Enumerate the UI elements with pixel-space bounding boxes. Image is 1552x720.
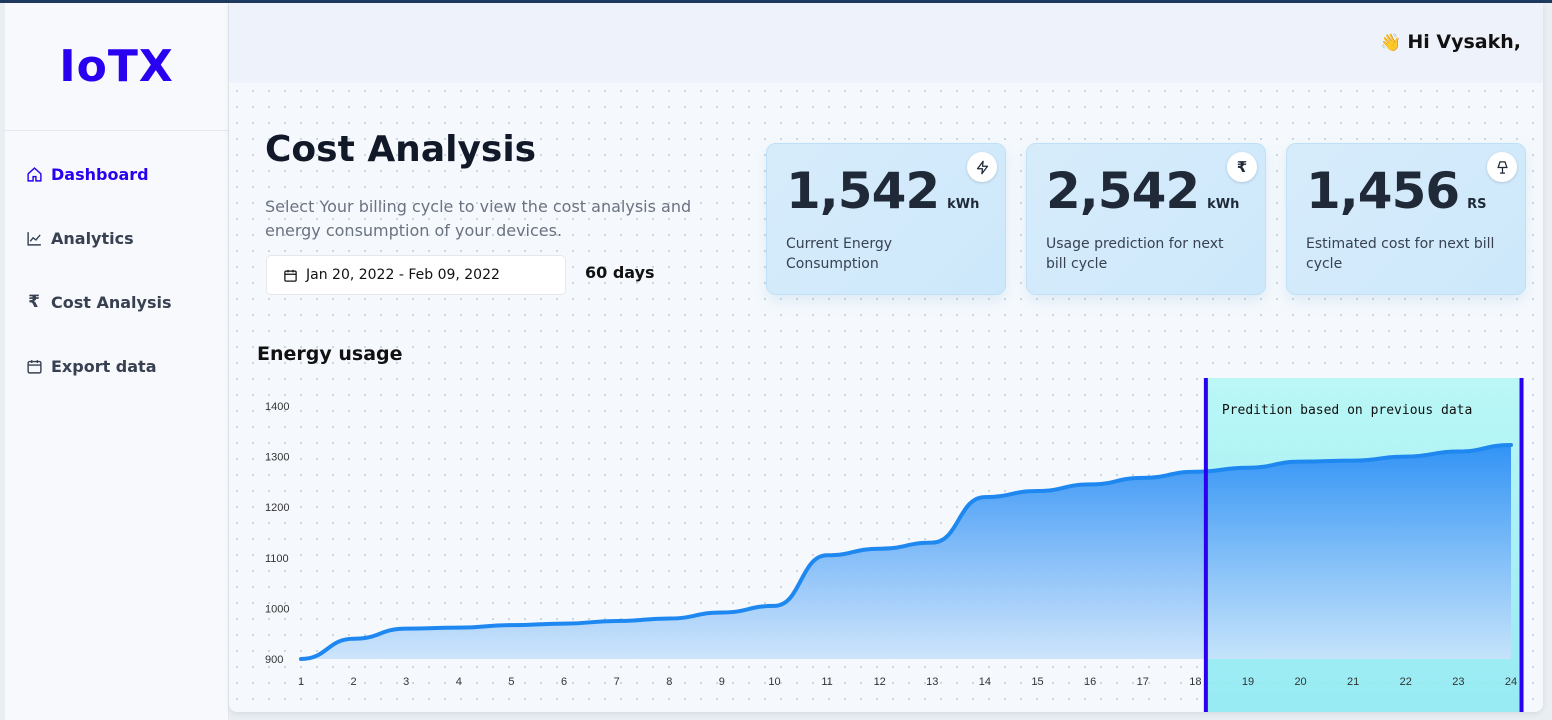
stat-value: 1,456 RS: [1306, 162, 1487, 220]
top-header: 👋 Hi Vysakh,: [229, 3, 1543, 83]
x-tick-label: 2: [351, 676, 357, 688]
sidebar-item-label: Dashboard: [51, 164, 149, 184]
x-tick-label: 13: [926, 676, 938, 688]
x-tick-label: 9: [719, 676, 725, 688]
y-tick-label: 1000: [265, 603, 289, 615]
app-logo[interactable]: IoTX: [5, 41, 228, 92]
x-tick-label: 22: [1400, 676, 1412, 688]
sidebar-item-label: Cost Analysis: [51, 292, 172, 312]
prediction-end-line: [1519, 378, 1524, 712]
x-tick-label: 7: [614, 676, 620, 688]
x-tick-label: 12: [874, 676, 886, 688]
prediction-label: Predition based on previous data: [1222, 403, 1472, 418]
billing-date-range-picker[interactable]: Jan 20, 2022 - Feb 09, 2022: [266, 255, 566, 295]
sidebar-item-export-data[interactable]: Export data: [25, 352, 157, 380]
stat-card-usage-prediction: 2,542 kWh Usage prediction for next bill …: [1026, 143, 1266, 295]
x-tick-label: 18: [1189, 676, 1201, 688]
y-tick-label: 1100: [265, 553, 289, 565]
x-tick-label: 16: [1084, 676, 1096, 688]
x-tick-label: 8: [666, 676, 672, 688]
x-tick-label: 17: [1137, 676, 1149, 688]
x-tick-label: 21: [1347, 676, 1359, 688]
calendar-icon: [25, 357, 43, 375]
lamp-icon: [1487, 152, 1517, 182]
lightning-icon: [967, 152, 997, 182]
y-tick-label: 1400: [265, 401, 289, 413]
page-subtitle: Select Your billing cycle to view the co…: [265, 197, 692, 240]
stat-unit: RS: [1467, 197, 1487, 212]
x-tick-label: 19: [1242, 676, 1254, 688]
page-title: Cost Analysis: [265, 129, 537, 170]
sidebar-divider: [5, 130, 228, 131]
sidebar-item-label: Analytics: [51, 228, 134, 248]
x-tick-label: 15: [1031, 676, 1043, 688]
rupee-icon: ₹: [28, 292, 40, 312]
sidebar-item-cost-analysis[interactable]: ₹ Cost Analysis: [25, 288, 172, 316]
stat-unit: kWh: [947, 197, 980, 212]
rupee-icon: ₹: [1227, 152, 1257, 182]
date-range-value: Jan 20, 2022 - Feb 09, 2022: [306, 267, 500, 283]
sidebar-item-dashboard[interactable]: Dashboard: [25, 160, 149, 188]
x-tick-label: 11: [821, 676, 832, 688]
sidebar-item-analytics[interactable]: Analytics: [25, 224, 134, 252]
energy-usage-chart: Predition based on previous data 900 1000 1…: [265, 378, 1524, 712]
stat-value: 1,542 kWh: [786, 162, 980, 220]
stat-label: Usage prediction for next bill cycle: [1046, 236, 1224, 272]
waving-hand-icon: 👋: [1380, 33, 1402, 53]
main-content: 👋 Hi Vysakh, Cost Analysis Select Your bi…: [229, 3, 1543, 712]
sidebar-item-label: Export data: [51, 356, 157, 376]
x-tick-label: 4: [456, 676, 462, 688]
stat-label: Estimated cost for next bill cycle: [1306, 236, 1495, 272]
x-tick-label: 14: [979, 676, 991, 688]
stat-value: 2,542 kWh: [1046, 162, 1240, 220]
x-tick-label: 23: [1452, 676, 1464, 688]
sidebar: IoTX Dashboard Analytics ₹ Cost Analysis…: [5, 3, 229, 720]
calendar-icon: [283, 268, 298, 283]
x-tick-label: 24: [1505, 676, 1517, 688]
user-greeting: 👋 Hi Vysakh,: [1380, 31, 1521, 53]
x-tick-label: 10: [768, 676, 780, 688]
stat-card-current-energy: 1,542 kWh Current Energy Consumption: [766, 143, 1006, 295]
x-tick-label: 3: [403, 676, 409, 688]
x-tick-label: 1: [298, 676, 304, 688]
greeting-text: Hi Vysakh,: [1407, 31, 1521, 53]
y-tick-label: 900: [265, 654, 283, 666]
stat-unit: kWh: [1207, 197, 1240, 212]
line-chart-icon: [25, 229, 43, 247]
home-icon: [25, 165, 43, 183]
x-tick-label: 6: [561, 676, 567, 688]
prediction-start-line: [1203, 378, 1208, 712]
x-tick-label: 20: [1294, 676, 1306, 688]
x-tick-label: 5: [508, 676, 514, 688]
billing-days-count: 60 days: [585, 263, 655, 282]
y-tick-label: 1300: [265, 452, 289, 464]
y-tick-label: 1200: [265, 502, 289, 514]
stat-card-estimated-cost: 1,456 RS Estimated cost for next bill cyc…: [1286, 143, 1526, 295]
stat-label: Current Energy Consumption: [786, 236, 893, 272]
